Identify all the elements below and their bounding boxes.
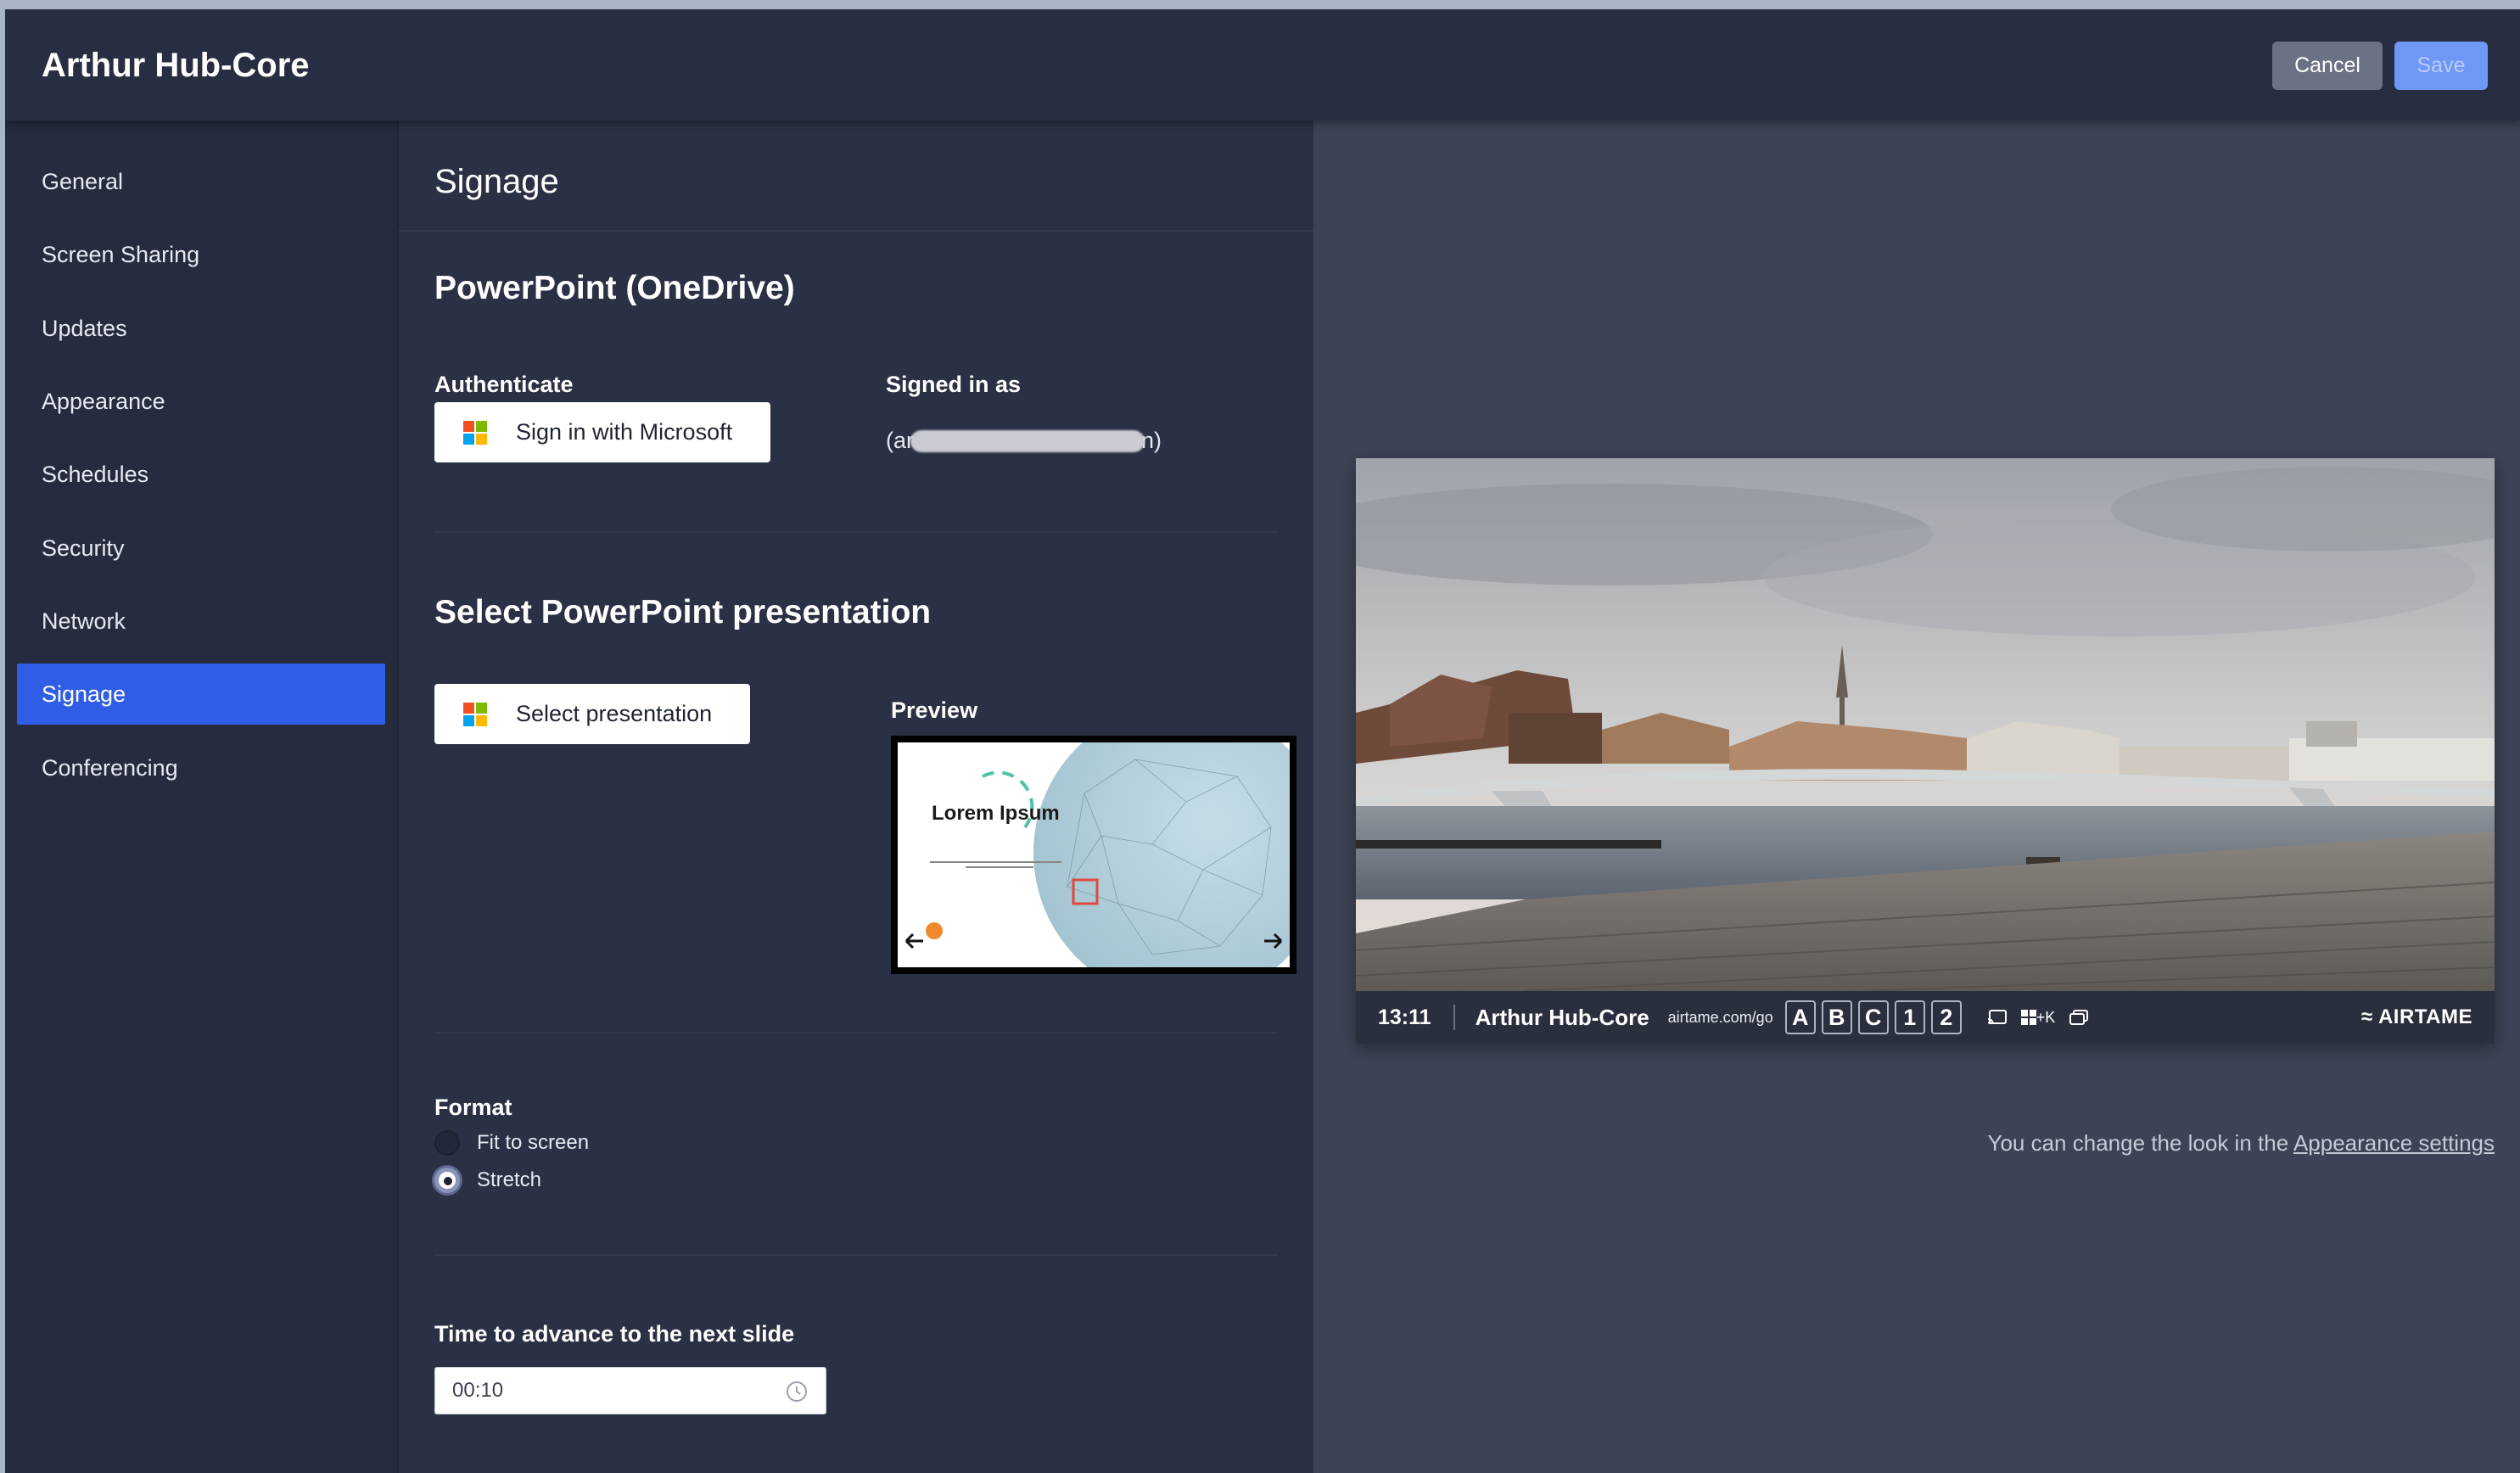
- title-divider: [399, 230, 1313, 232]
- windows-shortcut: +K: [2020, 1008, 2056, 1027]
- slide-artwork: [904, 742, 1290, 967]
- select-presentation-button[interactable]: Select presentation: [434, 684, 750, 744]
- sidebar-item-schedules[interactable]: Schedules: [17, 444, 385, 505]
- cast-icon: [1987, 1010, 2007, 1025]
- redacted-account: [910, 429, 1145, 452]
- section-divider: [434, 1032, 1278, 1033]
- sidebar-item-screen-sharing[interactable]: Screen Sharing: [17, 224, 385, 285]
- bar-separator: [1453, 1005, 1455, 1030]
- screen-device-name: Arthur Hub-Core: [1475, 1004, 1649, 1030]
- settings-window: Arthur Hub-Core Cancel Save General Scre…: [5, 9, 2520, 1473]
- section-divider: [434, 531, 1278, 533]
- shortcut-text: +K: [2036, 1008, 2056, 1026]
- windows-copy-icon: [2069, 1010, 2089, 1025]
- select-presentation-heading: Select PowerPoint presentation: [434, 594, 932, 630]
- screen-url: airtame.com/go: [1667, 1008, 1773, 1026]
- section-divider: [434, 1254, 1278, 1256]
- hint-text: You can change the look in the: [1987, 1130, 2293, 1156]
- windows-icon: [2020, 1010, 2036, 1025]
- powerpoint-heading: PowerPoint (OneDrive): [434, 270, 795, 306]
- format-option-stretch[interactable]: Stretch: [434, 1168, 541, 1193]
- background-photo: [1356, 458, 2495, 991]
- signage-settings-panel: Signage PowerPoint (OneDrive) Authentica…: [399, 120, 1313, 1473]
- sidebar-item-appearance[interactable]: Appearance: [17, 371, 385, 432]
- screen-clock: 13:11: [1378, 1005, 1431, 1029]
- format-option-fit[interactable]: Fit to screen: [434, 1130, 589, 1156]
- device-title: Arthur Hub-Core: [42, 47, 310, 84]
- sidebar-item-signage[interactable]: Signage: [17, 664, 385, 725]
- header-bar: Arthur Hub-Core Cancel Save: [5, 9, 2520, 120]
- cancel-button[interactable]: Cancel: [2272, 42, 2383, 90]
- advance-time-value: 00:10: [452, 1379, 504, 1402]
- sign-in-microsoft-button[interactable]: Sign in with Microsoft: [434, 402, 770, 462]
- pin-key-b: B: [1821, 1000, 1852, 1034]
- sign-in-button-label: Sign in with Microsoft: [516, 419, 733, 445]
- connection-icons: +K: [1987, 1009, 2090, 1027]
- settings-sidebar: General Screen Sharing Updates Appearanc…: [5, 120, 399, 1473]
- signed-in-account: (ar n): [886, 428, 1162, 454]
- sidebar-item-security[interactable]: Security: [17, 518, 385, 579]
- authenticate-label: Authenticate: [434, 372, 574, 397]
- format-label: Format: [434, 1095, 512, 1120]
- sidebar-item-conferencing[interactable]: Conferencing: [17, 737, 385, 798]
- page-title: Signage: [434, 163, 559, 200]
- brand-text: AIRTAME: [2377, 1005, 2472, 1028]
- appearance-hint: You can change the look in the Appearanc…: [1988, 1130, 2495, 1157]
- microsoft-logo-icon: [463, 702, 487, 726]
- microsoft-logo-icon: [463, 420, 487, 445]
- radio-fit-to-screen[interactable]: [434, 1130, 460, 1156]
- sidebar-item-general[interactable]: General: [17, 151, 385, 212]
- advance-time-label: Time to advance to the next slide: [434, 1321, 795, 1347]
- fit-to-screen-label: Fit to screen: [477, 1131, 590, 1154]
- pin-key-a: A: [1784, 1000, 1816, 1034]
- screen-preview: 13:11 Arthur Hub-Core airtame.com/go A B…: [1356, 458, 2495, 1044]
- slide-thumbnail: Lorem Ipsum: [898, 742, 1290, 967]
- presentation-preview: Lorem Ipsum: [891, 736, 1296, 974]
- pin-key-c: C: [1857, 1000, 1889, 1034]
- signed-in-label: Signed in as: [886, 372, 1022, 397]
- save-button[interactable]: Save: [2394, 42, 2488, 90]
- select-presentation-label: Select presentation: [516, 701, 713, 726]
- sidebar-item-updates[interactable]: Updates: [17, 298, 385, 359]
- sidebar-item-network[interactable]: Network: [17, 591, 385, 652]
- screen-bottom-bar: 13:11 Arthur Hub-Core airtame.com/go A B…: [1356, 991, 2495, 1044]
- preview-label: Preview: [891, 697, 978, 723]
- stretch-label: Stretch: [477, 1168, 542, 1191]
- airtame-logo: ≈ AIRTAME: [2361, 1005, 2472, 1028]
- slide-title: Lorem Ipsum: [932, 802, 1060, 825]
- pin-key-2: 2: [1930, 1000, 1962, 1034]
- pin-key-1: 1: [1894, 1000, 1925, 1034]
- clock-icon: [787, 1381, 807, 1402]
- appearance-settings-link[interactable]: Appearance settings: [2293, 1130, 2495, 1156]
- advance-time-input[interactable]: 00:10: [434, 1367, 826, 1414]
- screen-preview-area: 13:11 Arthur Hub-Core airtame.com/go A B…: [1313, 120, 2520, 1473]
- radio-stretch[interactable]: [434, 1168, 460, 1193]
